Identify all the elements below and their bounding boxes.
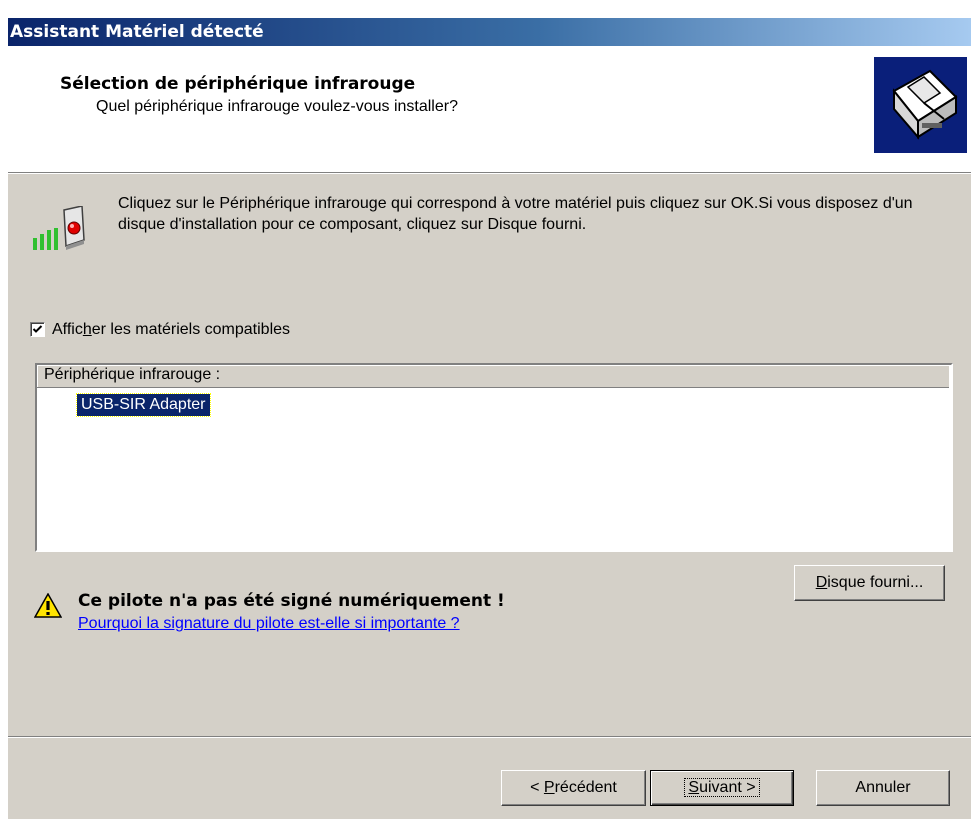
back-button[interactable]: < Précédent [501,770,646,806]
window-title: Assistant Matériel détecté [10,22,264,42]
title-bar[interactable]: Assistant Matériel détecté [8,18,971,46]
show-compatible-label[interactable]: Afficher les matériels compatibles [52,321,290,339]
show-compatible-checkbox[interactable] [30,322,45,337]
checkmark-icon [32,325,43,333]
cancel-button[interactable]: Annuler [816,770,950,806]
device-list[interactable]: Périphérique infrarouge : USB-SIR Adapte… [35,363,953,552]
unsigned-driver-warning: Ce pilote n'a pas été signé numériquemen… [78,591,505,611]
page-subtitle: Quel périphérique infrarouge voulez-vous… [96,98,458,115]
page-title: Sélection de périphérique infrarouge [60,74,416,94]
list-item[interactable]: USB-SIR Adapter [76,393,211,417]
instructions-text: Cliquez sur le Périphérique infrarouge q… [118,195,913,233]
have-disk-button[interactable]: Disque fourni... [794,565,945,601]
hardware-wizard-icon [874,57,967,153]
wizard-window: Assistant Matériel détecté Sélection de … [8,18,971,819]
warning-icon [33,592,63,624]
device-list-header[interactable]: Périphérique infrarouge : [37,365,949,388]
next-button[interactable]: Suivant > [650,770,794,806]
column-header-device: Périphérique infrarouge : [44,366,221,383]
driver-signing-info-link[interactable]: Pourquoi la signature du pilote est-elle… [78,615,460,633]
infrared-device-icon [30,205,90,258]
wizard-header: Sélection de périphérique infrarouge Que… [8,46,971,172]
